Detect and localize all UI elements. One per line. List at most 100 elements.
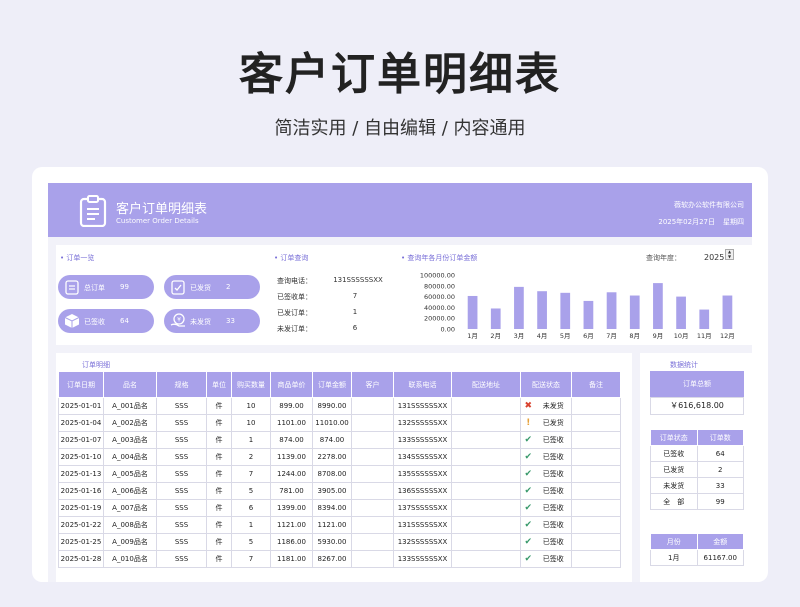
cell-unit[interactable]: 件 (206, 482, 232, 500)
cell-spec[interactable]: SSS (156, 397, 207, 415)
cell-address[interactable] (451, 516, 521, 534)
cell-name[interactable]: A_010品名 (103, 550, 157, 568)
cell-qty[interactable]: 7 (231, 465, 271, 483)
cell-unit[interactable]: 件 (206, 448, 232, 466)
year-spinner[interactable]: ▲ ▼ (725, 249, 734, 260)
status-mark-icon[interactable]: ✔ (520, 431, 536, 449)
cell-note[interactable] (571, 516, 621, 534)
cell-phone[interactable]: 133SSSSSSXX (393, 431, 452, 449)
cell-date[interactable]: 2025-01-25 (58, 533, 104, 551)
cell-phone[interactable]: 136SSSSSSXX (393, 482, 452, 500)
cell-address[interactable] (451, 414, 521, 432)
cell-amount[interactable]: 8394.00 (312, 499, 352, 517)
cell-note[interactable] (571, 414, 621, 432)
cell-price[interactable]: 1244.00 (270, 465, 313, 483)
signed-orders-card[interactable]: 已签收 64 (58, 309, 154, 333)
cell-price[interactable]: 899.00 (270, 397, 313, 415)
cell-date[interactable]: 2025-01-04 (58, 414, 104, 432)
status-mark-icon[interactable]: ✔ (520, 448, 536, 466)
cell-customer[interactable] (351, 465, 394, 483)
cell-date[interactable]: 2025-01-01 (58, 397, 104, 415)
cell-phone[interactable]: 132SSSSSSXX (393, 414, 452, 432)
cell-date[interactable]: 2025-01-10 (58, 448, 104, 466)
cell-unit[interactable]: 件 (206, 533, 232, 551)
cell-address[interactable] (451, 550, 521, 568)
cell-customer[interactable] (351, 516, 394, 534)
cell-customer[interactable] (351, 431, 394, 449)
table-row[interactable]: 2025-01-01 A_001品名 SSS 件 10 899.00 8990.00 131S… (58, 397, 621, 415)
cell-unit[interactable]: 件 (206, 465, 232, 483)
cell-amount[interactable]: 8990.00 (312, 397, 352, 415)
cell-phone[interactable]: 132SSSSSSXX (393, 533, 452, 551)
cell-name[interactable]: A_006品名 (103, 482, 157, 500)
status-mark-icon[interactable]: ✔ (520, 499, 536, 517)
cell-phone[interactable]: 131SSSSSSXX (393, 516, 452, 534)
cell-unit[interactable]: 件 (206, 397, 232, 415)
cell-unit[interactable]: 件 (206, 550, 232, 568)
cell-date[interactable]: 2025-01-19 (58, 499, 104, 517)
cell-amount[interactable]: 2278.00 (312, 448, 352, 466)
cell-note[interactable] (571, 533, 621, 551)
cell-unit[interactable]: 件 (206, 414, 232, 432)
cell-status[interactable]: 已签收 (535, 448, 572, 466)
cell-address[interactable] (451, 482, 521, 500)
shipped-orders-card[interactable]: 已发货 2 (164, 275, 260, 299)
cell-qty[interactable]: 5 (231, 533, 271, 551)
table-row[interactable]: 2025-01-10 A_004品名 SSS 件 2 1139.00 2278.00 134S… (58, 448, 621, 466)
cell-name[interactable]: A_008品名 (103, 516, 157, 534)
table-row[interactable]: 2025-01-13 A_005品名 SSS 件 7 1244.00 8708.00 135S… (58, 465, 621, 483)
cell-spec[interactable]: SSS (156, 414, 207, 432)
cell-price[interactable]: 1139.00 (270, 448, 313, 466)
cell-spec[interactable]: SSS (156, 516, 207, 534)
cell-customer[interactable] (351, 550, 394, 568)
cell-note[interactable] (571, 499, 621, 517)
cell-note[interactable] (571, 550, 621, 568)
cell-note[interactable] (571, 465, 621, 483)
cell-name[interactable]: A_005品名 (103, 465, 157, 483)
cell-qty[interactable]: 10 (231, 414, 271, 432)
cell-price[interactable]: 1101.00 (270, 414, 313, 432)
cell-customer[interactable] (351, 448, 394, 466)
cell-amount[interactable]: 8267.00 (312, 550, 352, 568)
cell-price[interactable]: 1186.00 (270, 533, 313, 551)
cell-amount[interactable]: 3905.00 (312, 482, 352, 500)
status-mark-icon[interactable]: ✖ (520, 397, 536, 415)
cell-date[interactable]: 2025-01-07 (58, 431, 104, 449)
cell-status[interactable]: 已签收 (535, 533, 572, 551)
status-mark-icon[interactable]: ✔ (520, 482, 536, 500)
status-mark-icon[interactable]: ! (520, 414, 536, 432)
cell-note[interactable] (571, 397, 621, 415)
cell-note[interactable] (571, 482, 621, 500)
cell-address[interactable] (451, 499, 521, 517)
cell-status[interactable]: 已签收 (535, 499, 572, 517)
status-mark-icon[interactable]: ✔ (520, 465, 536, 483)
cell-qty[interactable]: 10 (231, 397, 271, 415)
cell-qty[interactable]: 5 (231, 482, 271, 500)
cell-price[interactable]: 874.00 (270, 431, 313, 449)
cell-customer[interactable] (351, 414, 394, 432)
cell-price[interactable]: 781.00 (270, 482, 313, 500)
cell-date[interactable]: 2025-01-13 (58, 465, 104, 483)
cell-phone[interactable]: 137SSSSSSXX (393, 499, 452, 517)
cell-name[interactable]: A_004品名 (103, 448, 157, 466)
cell-date[interactable]: 2025-01-28 (58, 550, 104, 568)
cell-spec[interactable]: SSS (156, 448, 207, 466)
cell-note[interactable] (571, 448, 621, 466)
cell-status[interactable]: 已发货 (535, 414, 572, 432)
cell-amount[interactable]: 8708.00 (312, 465, 352, 483)
cell-qty[interactable]: 6 (231, 499, 271, 517)
cell-qty[interactable]: 2 (231, 448, 271, 466)
cell-spec[interactable]: SSS (156, 465, 207, 483)
cell-price[interactable]: 1121.00 (270, 516, 313, 534)
status-mark-icon[interactable]: ✔ (520, 533, 536, 551)
spin-down-icon[interactable]: ▼ (726, 254, 733, 260)
cell-spec[interactable]: SSS (156, 550, 207, 568)
table-row[interactable]: 2025-01-19 A_007品名 SSS 件 6 1399.00 8394.00 137S… (58, 499, 621, 517)
cell-date[interactable]: 2025-01-16 (58, 482, 104, 500)
cell-address[interactable] (451, 533, 521, 551)
table-row[interactable]: 2025-01-28 A_010品名 SSS 件 7 1181.00 8267.00 133S… (58, 550, 621, 568)
table-row[interactable]: 2025-01-16 A_006品名 SSS 件 5 781.00 3905.00 136SS… (58, 482, 621, 500)
unshipped-orders-card[interactable]: ¥ 未发货 33 (164, 309, 260, 333)
cell-name[interactable]: A_007品名 (103, 499, 157, 517)
cell-amount[interactable]: 1121.00 (312, 516, 352, 534)
